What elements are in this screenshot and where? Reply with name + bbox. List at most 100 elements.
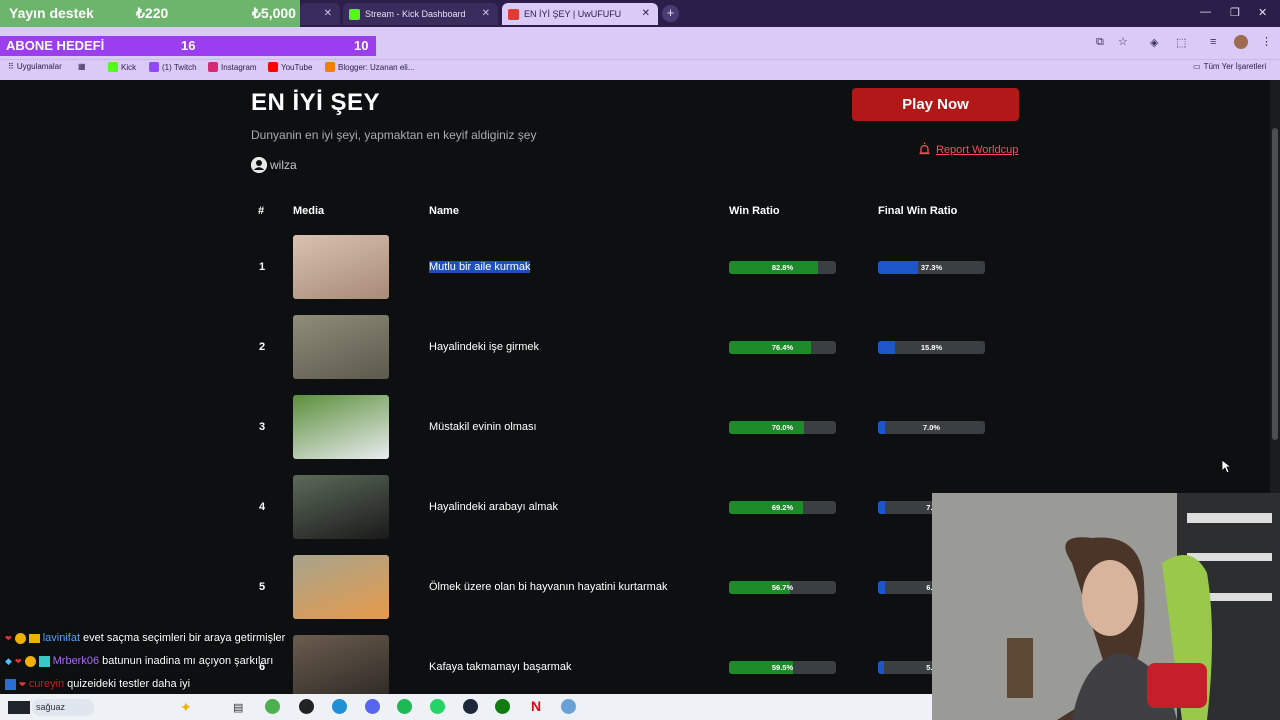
translate-icon[interactable]: ⧉ xyxy=(1096,36,1104,49)
col-name: Name xyxy=(429,205,459,217)
bookmark-instagram[interactable]: Instagram xyxy=(208,62,257,72)
window-close-icon[interactable]: ✕ xyxy=(1258,6,1267,19)
webcam-overlay xyxy=(932,493,1280,720)
tab-uwufufu[interactable]: EN İYİ ŞEY | UwUFUFU ✕ xyxy=(502,3,658,25)
uwufufu-favicon-icon xyxy=(508,8,519,20)
taskbar-search[interactable]: sağuaz xyxy=(32,699,94,716)
network-icon[interactable] xyxy=(561,699,576,714)
badge-icon: ❤ xyxy=(5,633,12,643)
row-name[interactable]: Hayalindeki arabayı almak xyxy=(429,501,558,513)
tab-title: EN İYİ ŞEY | UwUFUFU xyxy=(524,9,622,19)
author[interactable]: wilza xyxy=(251,157,297,173)
win-ratio-bar-label: 69.2% xyxy=(771,503,794,512)
restore-icon[interactable]: ❐ xyxy=(1230,6,1240,19)
sub-goal-target: 10 xyxy=(354,38,369,53)
new-tab-button[interactable]: + xyxy=(662,5,679,22)
crown-icon xyxy=(28,633,40,643)
close-icon[interactable]: ✕ xyxy=(642,8,650,19)
col-final-win-ratio: Final Win Ratio xyxy=(878,205,958,217)
bookmark-twitch[interactable]: (1) Twitch xyxy=(149,62,197,72)
report-worldcup-link[interactable]: Report Worldcup xyxy=(918,142,1018,158)
tab-kick-dashboard[interactable]: Stream - Kick Dashboard ✕ xyxy=(343,3,498,25)
col-win-ratio: Win Ratio xyxy=(729,205,780,217)
all-bookmarks[interactable]: ▭ Tüm Yer İşaretleri xyxy=(1193,62,1266,71)
tab-title: Stream - Kick Dashboard xyxy=(365,9,466,19)
donation-label: Yayın destek xyxy=(9,5,94,21)
chat-user: lavinifat xyxy=(42,632,80,644)
siren-icon xyxy=(918,142,931,158)
donation-goal: ₺5,000 xyxy=(252,5,296,21)
win-ratio-bar: 76.4% xyxy=(729,341,836,354)
obs-icon[interactable] xyxy=(299,699,314,714)
badge-icon xyxy=(14,632,26,644)
chat-text: evet saçma seçimleri bir araya getirmişl… xyxy=(83,632,286,644)
final-win-ratio-bar-label: 7.0% xyxy=(922,423,941,432)
subscriber-goal-overlay: ABONE HEDEFİ 16 10 xyxy=(0,36,376,56)
chat-user: cureyin xyxy=(28,678,65,690)
win-ratio-bar: 69.2% xyxy=(729,501,836,514)
sparkle-icon[interactable]: ✦ xyxy=(180,699,192,716)
bookmark-kick[interactable]: Kick xyxy=(108,62,136,72)
close-icon[interactable]: ✕ xyxy=(482,8,490,19)
apps-icon[interactable]: ▦ xyxy=(78,62,86,71)
row-media-image xyxy=(293,635,389,699)
mouse-cursor-icon xyxy=(1221,459,1233,479)
instagram-icon xyxy=(208,62,218,72)
win-ratio-bar-label: 56.7% xyxy=(771,583,794,592)
profile-avatar[interactable] xyxy=(1234,35,1248,49)
whatsapp-icon[interactable] xyxy=(430,699,445,714)
row-rank: 1 xyxy=(259,261,266,273)
sub-goal-label: ABONE HEDEFİ xyxy=(6,38,105,53)
minimize-icon[interactable]: — xyxy=(1200,6,1211,18)
badge-icon: ❤ xyxy=(19,679,26,689)
final-win-ratio-bar: 15.8% xyxy=(878,341,985,354)
steam-icon[interactable] xyxy=(463,699,478,714)
tab-previous[interactable]: ✕ xyxy=(300,3,340,25)
chat-message: ◆ ❤ Mrberk06 batunun inadina mı açıyon ş… xyxy=(5,655,273,667)
chat-message: ❤ cureyin quizeideki testler daha iyi xyxy=(5,678,190,690)
row-name[interactable]: Mutlu bir aile kurmak xyxy=(429,261,531,273)
extension-icon[interactable]: ◈ xyxy=(1150,36,1158,49)
edge-icon[interactable] xyxy=(332,699,347,714)
final-win-ratio-bar-label: 37.3% xyxy=(920,263,943,272)
final-win-ratio-bar: 7.0% xyxy=(878,421,985,434)
win-ratio-bar: 82.8% xyxy=(729,261,836,274)
row-media-image xyxy=(293,555,389,619)
row-rank: 2 xyxy=(259,341,266,353)
star-icon[interactable]: ☆ xyxy=(1118,35,1128,48)
row-name[interactable]: Ölmek üzere olan bi hayvanın hayatini ku… xyxy=(429,581,667,593)
donation-goal-overlay: Yayın destek ₺220 ₺5,000 xyxy=(0,0,300,27)
badge-icon xyxy=(5,678,16,690)
col-media: Media xyxy=(293,205,325,217)
author-name: wilza xyxy=(270,158,297,172)
row-name[interactable]: Kafaya takmamayı başarmak xyxy=(429,661,571,673)
puzzle-icon[interactable]: ⬚ xyxy=(1176,36,1186,49)
media-icon[interactable]: ≡ xyxy=(1210,36,1216,48)
row-media-image xyxy=(293,395,389,459)
widgets-icon[interactable]: ▤ xyxy=(233,701,243,714)
taskview-icon[interactable] xyxy=(8,701,30,714)
row-name[interactable]: Müstakil evinin olması xyxy=(429,421,537,433)
spotify-icon[interactable] xyxy=(397,699,412,714)
kick-favicon-icon xyxy=(349,8,360,20)
play-now-button[interactable]: Play Now xyxy=(852,88,1019,121)
scrollbar-thumb[interactable] xyxy=(1272,128,1278,440)
chat-message: ❤ lavinifat evet saçma seçimleri bir ara… xyxy=(5,632,285,644)
chat-text: quizeideki testler daha iyi xyxy=(67,678,191,690)
bookmark-youtube[interactable]: YouTube xyxy=(268,62,312,72)
bookmark-blogger[interactable]: Blogger: Uzanan eli... xyxy=(325,62,415,72)
folder-icon: ▭ xyxy=(1193,62,1201,71)
discord-icon[interactable] xyxy=(365,699,380,714)
gem-icon: ◆ xyxy=(5,655,12,666)
row-media-image xyxy=(293,235,389,299)
row-name[interactable]: Hayalindeki işe girmek xyxy=(429,341,539,353)
menu-icon[interactable]: ⋮ xyxy=(1261,35,1272,48)
chat-user: Mrberk06 xyxy=(52,655,100,667)
xbox-icon[interactable] xyxy=(495,699,510,714)
close-icon[interactable]: ✕ xyxy=(324,8,332,19)
report-label: Report Worldcup xyxy=(936,144,1019,156)
bookmark-apps[interactable]: ⠿ Uygulamalar xyxy=(8,62,62,71)
win-ratio-bar-label: 70.0% xyxy=(771,423,794,432)
chrome-icon[interactable] xyxy=(265,699,280,714)
netflix-icon[interactable]: N xyxy=(531,698,541,714)
